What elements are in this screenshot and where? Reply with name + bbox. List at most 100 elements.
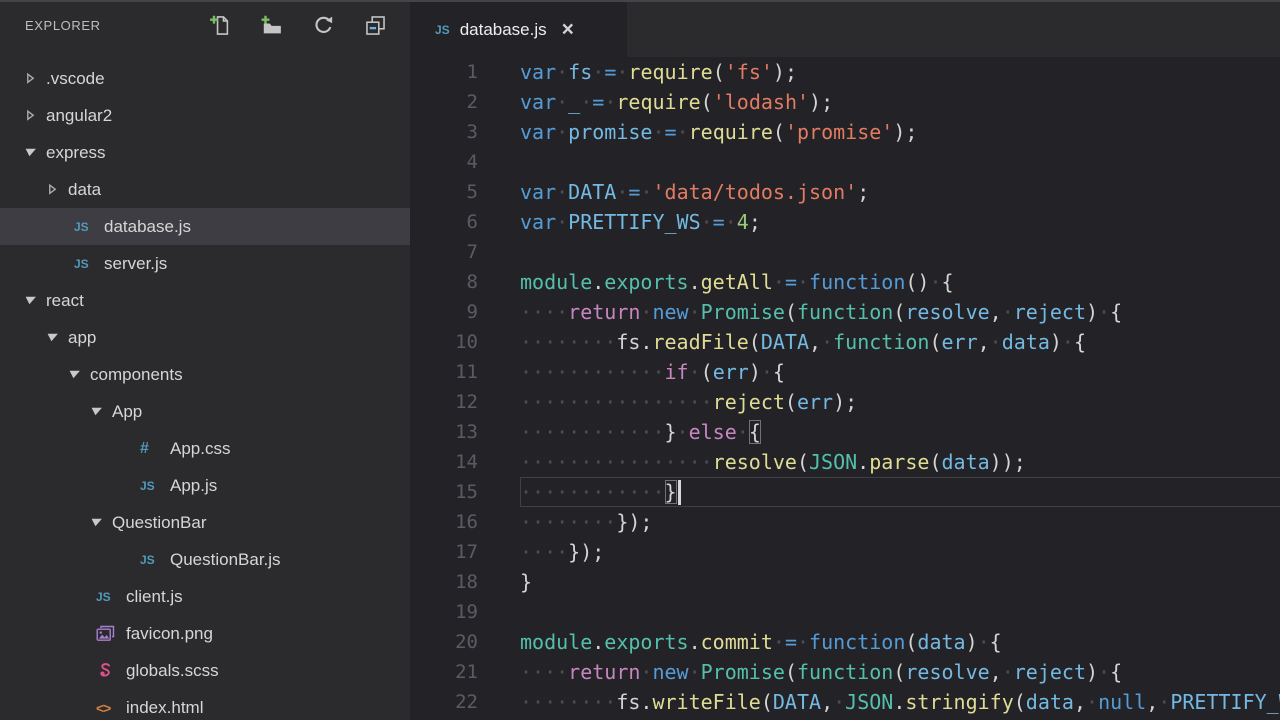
token-ws: · xyxy=(761,360,773,384)
tree-item-database-js[interactable]: JSdatabase.js xyxy=(0,208,410,245)
token-ws: ················ xyxy=(520,450,713,474)
js-icon: JS xyxy=(96,590,111,604)
code-line-8[interactable]: 8module.exports.getAll·=·function()·{ xyxy=(410,267,1280,297)
code-line-14[interactable]: 14················resolve(JSON.parse(dat… xyxy=(410,447,1280,477)
code-line-13[interactable]: 13············}·else·{ xyxy=(410,417,1280,447)
token-kw: null xyxy=(1098,690,1146,714)
collapse-all-button[interactable] xyxy=(364,14,386,36)
token-id: DATA xyxy=(761,330,809,354)
tree-item-client-js[interactable]: JSclient.js xyxy=(0,578,410,615)
token-pun: ) xyxy=(749,360,761,384)
token-ws: · xyxy=(1086,690,1098,714)
token-id: data xyxy=(917,630,965,654)
code-line-20[interactable]: 20module.exports.commit·=·function(data)… xyxy=(410,627,1280,657)
line-content: ············}·else·{ xyxy=(520,417,1280,447)
tree-item-react[interactable]: react xyxy=(0,282,410,319)
token-ws: · xyxy=(640,300,652,324)
token-cls: JSON xyxy=(845,690,893,714)
js-icon: JS xyxy=(140,553,155,567)
token-kw: = xyxy=(592,90,604,114)
tree-item-data[interactable]: data xyxy=(0,171,410,208)
new-file-icon xyxy=(209,15,230,36)
tree-item-app-css[interactable]: #App.css xyxy=(0,430,410,467)
code-line-3[interactable]: 3var·promise·=·require('promise'); xyxy=(410,117,1280,147)
code-line-21[interactable]: 21····return·new·Promise(function(resolv… xyxy=(410,657,1280,687)
tree-item-express[interactable]: express xyxy=(0,134,410,171)
code-line-12[interactable]: 12················reject(err); xyxy=(410,387,1280,417)
explorer-actions xyxy=(208,14,386,36)
code-line-6[interactable]: 6var·PRETTIFY_WS·=·4; xyxy=(410,207,1280,237)
token-cls: Promise xyxy=(701,300,785,324)
tree-item-server-js[interactable]: JSserver.js xyxy=(0,245,410,282)
code-line-16[interactable]: 16········}); xyxy=(410,507,1280,537)
token-ws: · xyxy=(725,210,737,234)
token-pun: ( xyxy=(701,360,713,384)
refresh-button[interactable] xyxy=(312,14,334,36)
folder-label: components xyxy=(90,365,183,385)
code-line-2[interactable]: 2var·_·=·require('lodash'); xyxy=(410,87,1280,117)
token-ws: · xyxy=(556,180,568,204)
line-content: ····}); xyxy=(520,537,1280,567)
code-line-5[interactable]: 5var·DATA·=·'data/todos.json'; xyxy=(410,177,1280,207)
tree-item-index-html[interactable]: <>index.html xyxy=(0,689,410,720)
tab-bar: JS database.js × xyxy=(410,2,1280,57)
token-match: { xyxy=(749,420,761,444)
tree-item-app[interactable]: App xyxy=(0,393,410,430)
line-number: 11 xyxy=(410,357,478,387)
token-pun: , xyxy=(821,690,833,714)
folder-twistie xyxy=(24,109,46,122)
code-editor[interactable]: 1var·fs·=·require('fs');2var·_·=·require… xyxy=(410,57,1280,720)
token-ws: · xyxy=(990,330,1002,354)
token-pun: { xyxy=(942,270,954,294)
code-line-15[interactable]: 15············} xyxy=(410,477,1280,507)
token-ws: · xyxy=(1002,300,1014,324)
code-line-19[interactable]: 19 xyxy=(410,597,1280,627)
code-line-17[interactable]: 17····}); xyxy=(410,537,1280,567)
code-line-11[interactable]: 11············if·(err)·{ xyxy=(410,357,1280,387)
token-pun: ( xyxy=(893,300,905,324)
line-content: var·fs·=·require('fs'); xyxy=(520,57,1280,87)
line-content: } xyxy=(520,567,1280,597)
token-cls: module xyxy=(520,270,592,294)
code-line-9[interactable]: 9····return·new·Promise(function(resolve… xyxy=(410,297,1280,327)
tree-item-questionbar[interactable]: QuestionBar xyxy=(0,504,410,541)
tree-item-globals-scss[interactable]: globals.scss xyxy=(0,652,410,689)
token-pun: ); xyxy=(773,60,797,84)
js-icon: JS xyxy=(435,23,450,37)
tree-item--vscode[interactable]: .vscode xyxy=(0,60,410,97)
close-icon[interactable]: × xyxy=(562,19,574,40)
new-file-button[interactable] xyxy=(208,14,230,36)
tree-item-angular2[interactable]: angular2 xyxy=(0,97,410,134)
line-number: 19 xyxy=(410,597,478,627)
code-line-4[interactable]: 4 xyxy=(410,147,1280,177)
token-ws: · xyxy=(929,270,941,294)
token-kw: new xyxy=(652,300,688,324)
code-line-1[interactable]: 1var·fs·=·require('fs'); xyxy=(410,57,1280,87)
code-line-18[interactable]: 18} xyxy=(410,567,1280,597)
code-line-7[interactable]: 7 xyxy=(410,237,1280,267)
token-kw: function xyxy=(809,270,905,294)
tree-item-questionbar-js[interactable]: JSQuestionBar.js xyxy=(0,541,410,578)
tab-database-js[interactable]: JS database.js × xyxy=(410,2,627,57)
tree-item-app-js[interactable]: JSApp.js xyxy=(0,467,410,504)
line-number: 5 xyxy=(410,177,478,207)
folder-label: express xyxy=(46,143,106,163)
line-content xyxy=(520,597,1280,627)
token-pun: , xyxy=(1074,690,1086,714)
code-line-10[interactable]: 10········fs.readFile(DATA,·function(err… xyxy=(410,327,1280,357)
token-pun: , xyxy=(990,300,1002,324)
code-line-22[interactable]: 22········fs.writeFile(DATA,·JSON.string… xyxy=(410,687,1280,717)
token-ws: · xyxy=(689,360,701,384)
new-folder-button[interactable] xyxy=(260,14,282,36)
html-icon: <> xyxy=(96,700,110,716)
file-label: App.js xyxy=(170,476,217,496)
token-pun: ( xyxy=(773,120,785,144)
token-str: 'data/todos.json' xyxy=(652,180,857,204)
folder-label: App xyxy=(112,402,142,422)
token-fn: commit xyxy=(701,630,773,654)
tree-item-app[interactable]: app xyxy=(0,319,410,356)
line-content: module.exports.getAll·=·function()·{ xyxy=(520,267,1280,297)
tree-item-components[interactable]: components xyxy=(0,356,410,393)
tree-item-favicon-png[interactable]: favicon.png xyxy=(0,615,410,652)
line-content: ····return·new·Promise(function(resolve,… xyxy=(520,657,1280,687)
